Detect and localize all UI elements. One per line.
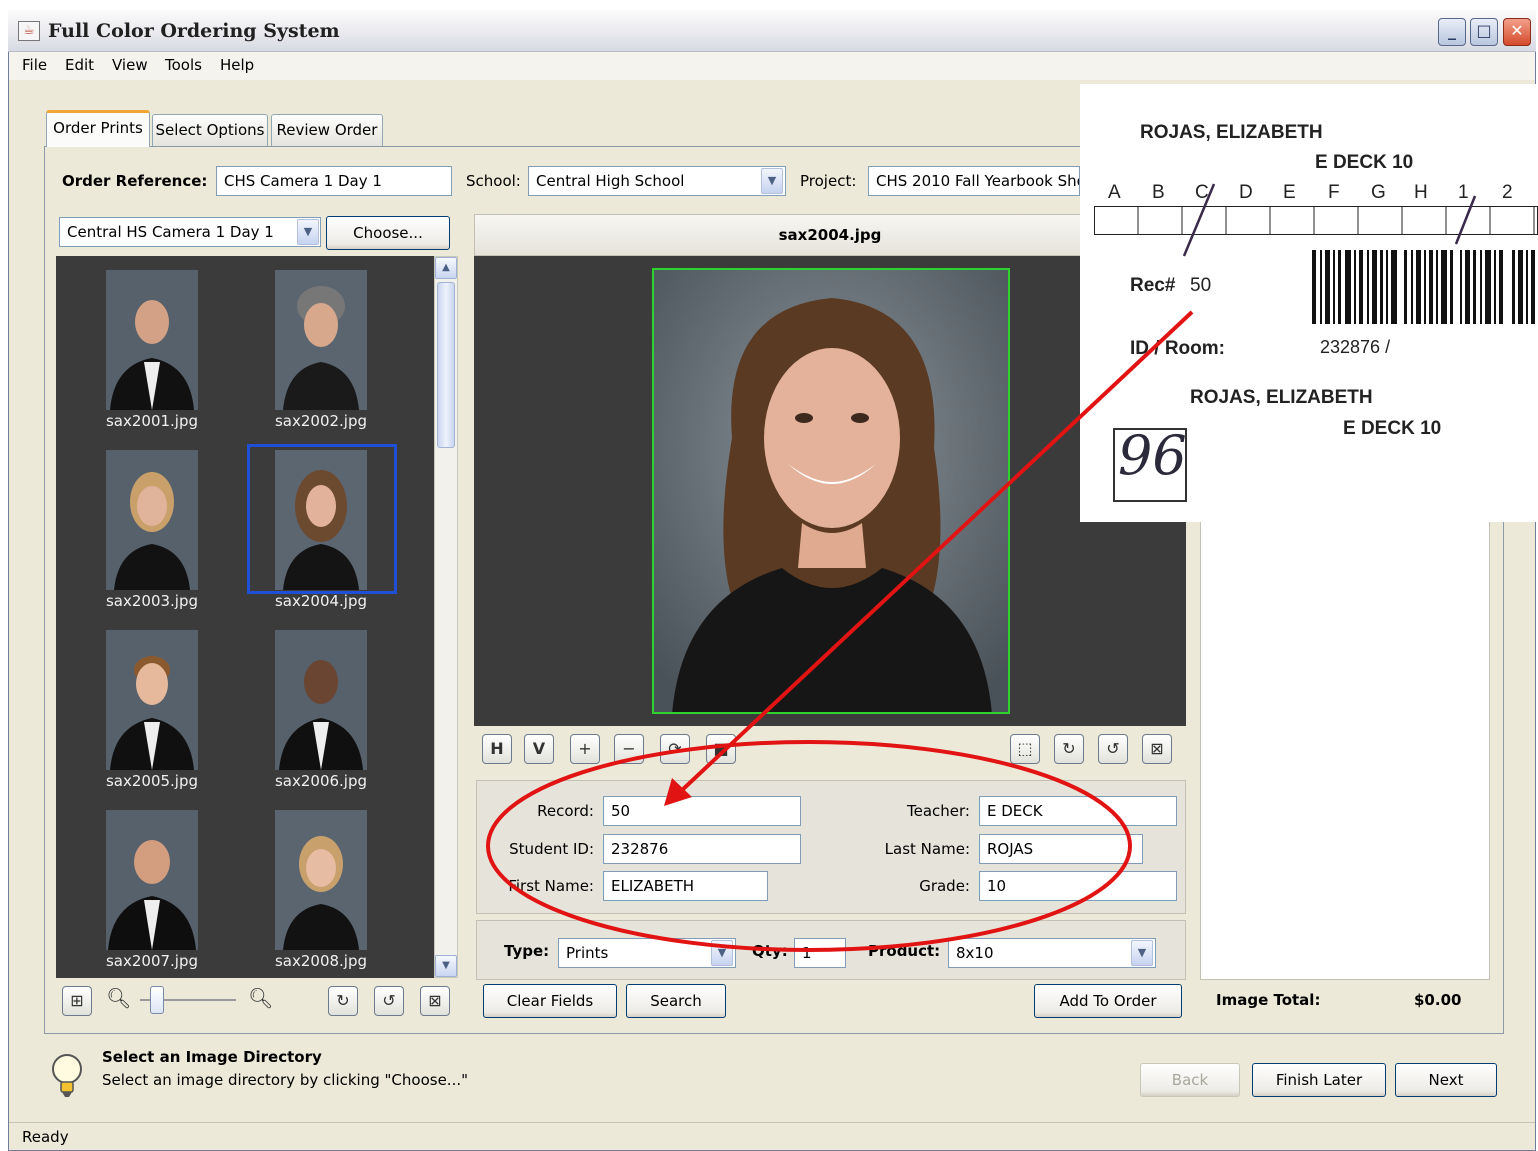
red-annotations xyxy=(486,310,1194,952)
highlight-ellipse xyxy=(486,740,1132,952)
annotation-arrow xyxy=(678,310,1194,794)
